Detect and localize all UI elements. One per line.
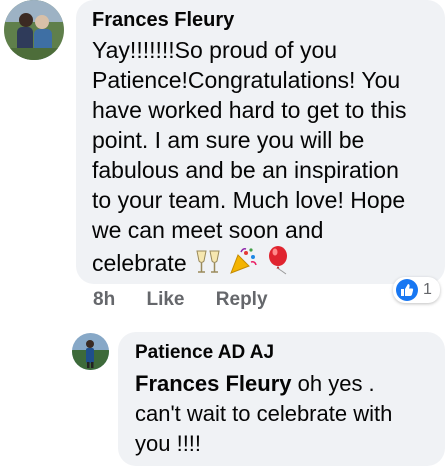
comment-last-line: celebrate [92,245,437,282]
comment-line: to your team. Much love! Hope [92,187,406,213]
comment-line: celebrate [92,250,187,276]
comment-line: Yay!!!!!!!So proud of you [92,37,338,63]
comment-line: have worked hard to get to this [92,97,407,123]
comment-line: fabulous and be an inspiration [92,157,399,183]
comment-line: we can meet soon and [92,217,324,243]
party-popper-icon [229,247,259,282]
reply-line: can't wait to celebrate with [135,401,393,426]
like-button[interactable]: Like [146,289,184,311]
comment-actions: 8h Like Reply [93,289,268,311]
comment-line: point. I am sure you will be [92,127,365,153]
comment-line: Patience!Congratulations! You [92,67,401,93]
reply-text-rest: oh yes . [291,371,375,396]
comment-timestamp[interactable]: 8h [93,289,115,311]
comment-text: Yay!!!!!!!So proud of you Patience!Congr… [92,35,437,282]
reply-first-line: Frances Fleury oh yes . [135,369,440,399]
reaction-count: 1 [423,281,432,298]
comment-author[interactable]: Frances Fleury [92,8,234,32]
mention-link[interactable]: Frances Fleury [135,371,292,396]
champagne-icon [193,249,223,282]
reply-bubble: Patience AD AJ Frances Fleury oh yes . c… [118,332,445,466]
balloon-icon [266,245,292,282]
reply-line: you !!!! [135,431,202,456]
frances-avatar[interactable] [4,0,64,60]
patience-avatar[interactable] [72,333,109,370]
like-reaction-icon [396,279,418,301]
reply-text: Frances Fleury oh yes . can't wait to ce… [135,369,440,459]
reply-button[interactable]: Reply [216,289,268,311]
comment-bubble: Frances Fleury Yay!!!!!!!So proud of you… [76,0,445,284]
reply-author[interactable]: Patience AD AJ [135,341,274,365]
reaction-summary[interactable]: 1 [393,277,440,303]
